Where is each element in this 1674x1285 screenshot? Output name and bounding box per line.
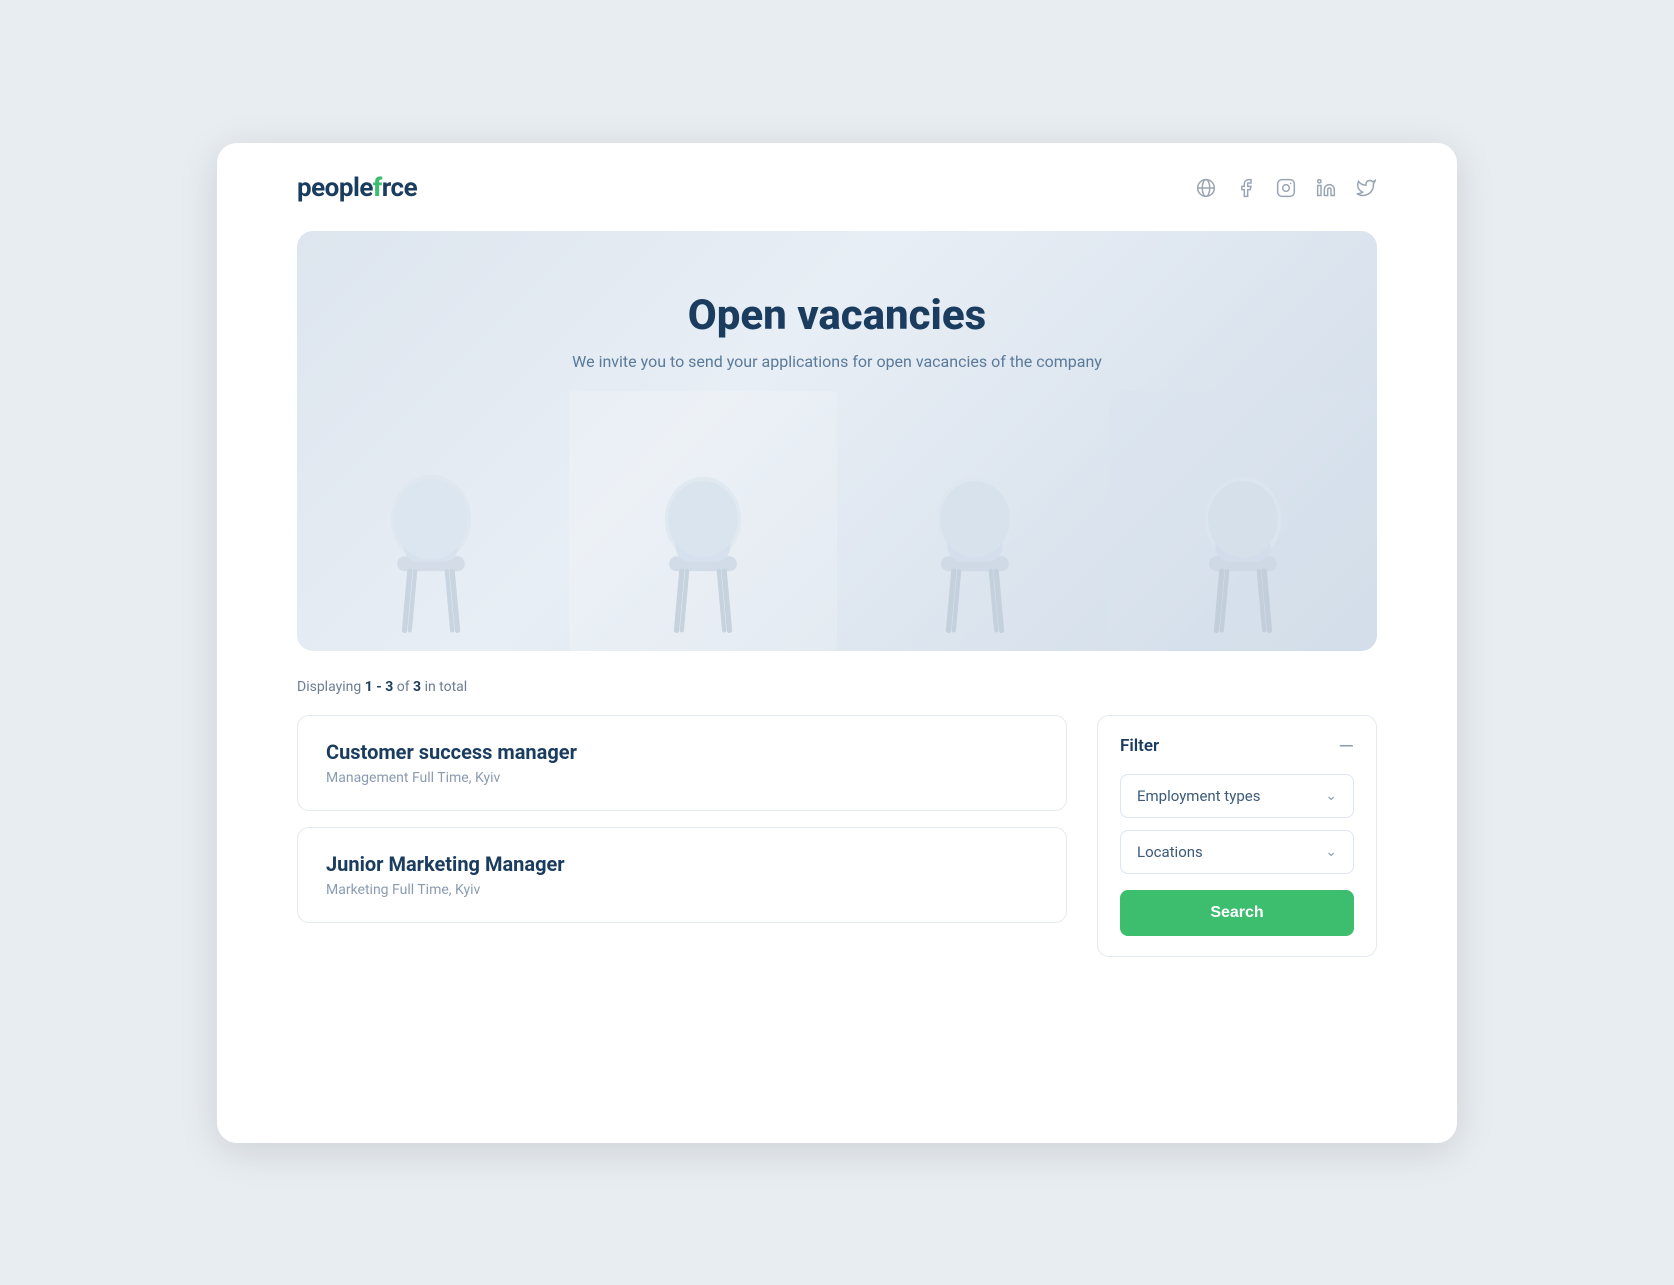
chairs-illustration bbox=[297, 391, 1377, 651]
hero-text-block: Open vacancies We invite you to send you… bbox=[572, 291, 1102, 371]
linkedin-icon[interactable] bbox=[1315, 177, 1337, 199]
social-icons-container bbox=[1195, 177, 1377, 199]
chair-panel-4 bbox=[1109, 391, 1377, 651]
locations-label: Locations bbox=[1137, 843, 1203, 861]
stats-prefix: Displaying bbox=[297, 679, 365, 695]
stats-range: 1 - 3 bbox=[365, 679, 394, 695]
employment-types-chevron-icon: ⌄ bbox=[1325, 788, 1337, 804]
job-card-1[interactable]: Junior Marketing Manager Marketing Full … bbox=[297, 827, 1067, 923]
stats-middle: of bbox=[393, 679, 413, 695]
chair-panel-1 bbox=[297, 391, 565, 651]
logo-people-text: people bbox=[297, 173, 373, 203]
job-title-1: Junior Marketing Manager bbox=[326, 852, 1038, 876]
chair-3 bbox=[920, 461, 1030, 641]
job-meta-1: Marketing Full Time, Kyiv bbox=[326, 882, 1038, 898]
chair-2 bbox=[648, 461, 758, 641]
instagram-icon[interactable] bbox=[1275, 177, 1297, 199]
logo-f-letter: f bbox=[373, 173, 382, 203]
filter-collapse-button[interactable]: — bbox=[1338, 736, 1354, 756]
locations-dropdown[interactable]: Locations ⌄ bbox=[1120, 830, 1354, 874]
jobs-list: Customer success manager Management Full… bbox=[297, 715, 1067, 923]
chair-panel-2 bbox=[569, 391, 837, 651]
chair-4 bbox=[1188, 461, 1298, 641]
stats-bar: Displaying 1 - 3 of 3 in total bbox=[297, 679, 1377, 695]
employment-types-label: Employment types bbox=[1137, 787, 1260, 805]
chair-panel-3 bbox=[841, 391, 1109, 651]
chair-1 bbox=[376, 461, 486, 641]
page-content: peoplefrce bbox=[217, 143, 1457, 997]
twitter-icon[interactable] bbox=[1355, 177, 1377, 199]
logo-rce-text: rce bbox=[382, 173, 417, 203]
locations-chevron-icon: ⌄ bbox=[1325, 844, 1337, 860]
browser-frame: peoplefrce bbox=[217, 143, 1457, 1143]
job-card-0[interactable]: Customer success manager Management Full… bbox=[297, 715, 1067, 811]
hero-title: Open vacancies bbox=[572, 291, 1102, 340]
facebook-icon[interactable] bbox=[1235, 177, 1257, 199]
header: peoplefrce bbox=[297, 173, 1377, 203]
filter-title: Filter bbox=[1120, 736, 1159, 756]
globe-icon[interactable] bbox=[1195, 177, 1217, 199]
stats-suffix: in total bbox=[421, 679, 467, 695]
hero-subtitle: We invite you to send your applications … bbox=[572, 352, 1102, 371]
filter-header: Filter — bbox=[1120, 736, 1354, 756]
search-button[interactable]: Search bbox=[1120, 890, 1354, 936]
hero-banner: Open vacancies We invite you to send you… bbox=[297, 231, 1377, 651]
job-title-0: Customer success manager bbox=[326, 740, 1038, 764]
filter-sidebar: Filter — Employment types ⌄ Locations ⌄ … bbox=[1097, 715, 1377, 957]
stats-total: 3 bbox=[413, 679, 421, 695]
job-meta-0: Management Full Time, Kyiv bbox=[326, 770, 1038, 786]
filter-card: Filter — Employment types ⌄ Locations ⌄ … bbox=[1097, 715, 1377, 957]
main-layout: Customer success manager Management Full… bbox=[297, 715, 1377, 957]
employment-types-dropdown[interactable]: Employment types ⌄ bbox=[1120, 774, 1354, 818]
logo: peoplefrce bbox=[297, 173, 417, 203]
